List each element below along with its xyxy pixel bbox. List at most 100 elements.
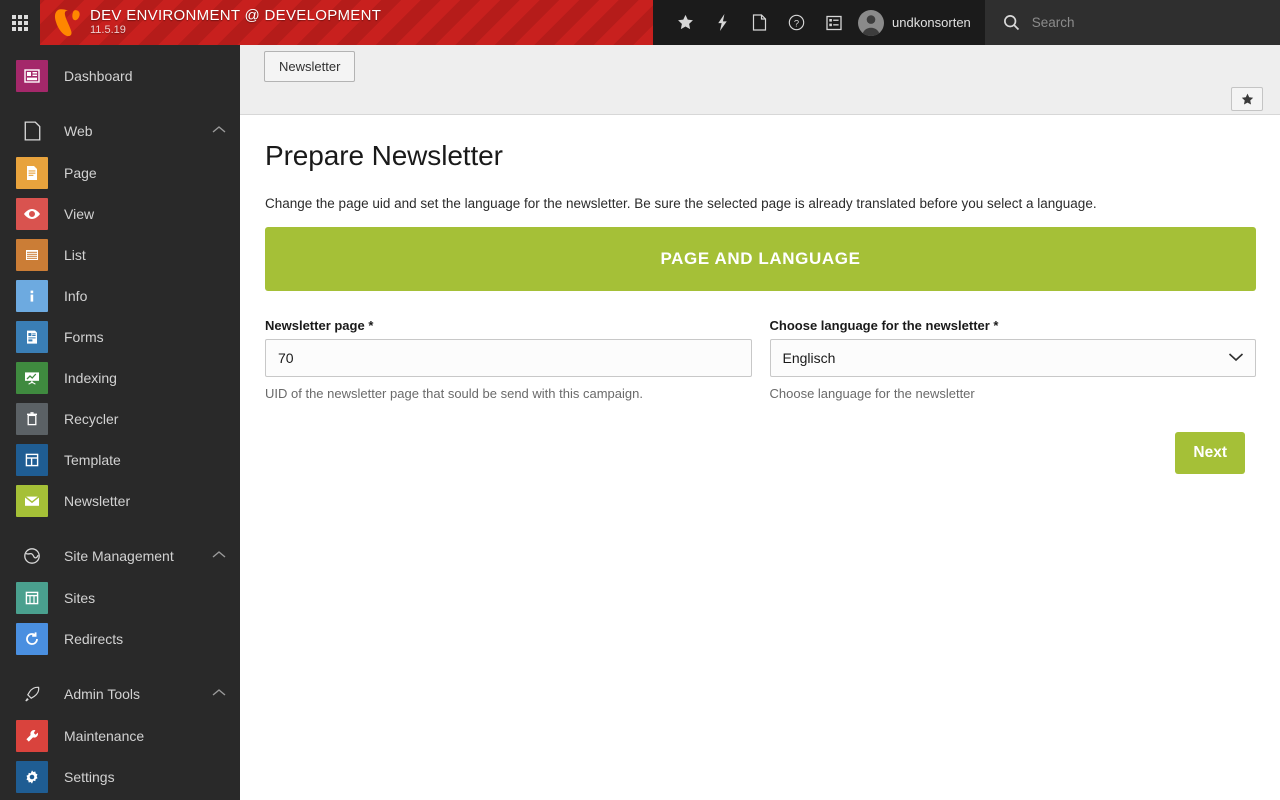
sidebar-item-label: Page — [64, 164, 97, 181]
sidebar-group-spacer — [0, 96, 240, 110]
trash-icon — [16, 402, 48, 435]
chevron-up-icon — [212, 550, 226, 562]
sidebar-item-label: Forms — [64, 328, 104, 345]
gear-icon — [16, 760, 48, 793]
newsletter-language-label: Choose language for the newsletter * — [769, 318, 999, 333]
template-icon — [16, 443, 48, 476]
sidebar-item-forms[interactable]: Forms — [0, 316, 240, 357]
svg-text:?: ? — [794, 18, 799, 29]
page-outline-icon — [16, 115, 48, 147]
wrench-icon — [16, 719, 48, 752]
next-button[interactable]: Next — [1175, 432, 1245, 474]
sidebar-item-settings[interactable]: Settings — [0, 756, 240, 797]
sidebar-item-label: Recycler — [64, 410, 119, 427]
sidebar-group-admin-tools[interactable]: Admin Tools — [0, 673, 240, 715]
question-circle-icon: ? — [788, 14, 805, 31]
sidebar-item-label: Redirects — [64, 630, 124, 647]
sidebar-item-dashboard[interactable]: Dashboard — [0, 55, 240, 96]
field-group-newsletter-language: Choose language for the newsletter * Eng… — [769, 318, 1256, 401]
sidebar-item-recycler[interactable]: Recycler — [0, 398, 240, 439]
toolbar-user-menu[interactable]: undkonsorten — [852, 0, 983, 45]
sidebar-group-site-management[interactable]: Site Management — [0, 535, 240, 577]
sidebar-item-list[interactable]: List — [0, 234, 240, 275]
chevron-up-icon — [212, 125, 226, 137]
sidebar-item-template[interactable]: Template — [0, 439, 240, 480]
sidebar-group-label: Web — [64, 123, 93, 139]
sidebar-item-page[interactable]: Page — [0, 152, 240, 193]
search-icon — [1003, 15, 1019, 31]
sidebar-item-label: Sites — [64, 589, 96, 606]
sidebar-item-view[interactable]: View — [0, 193, 240, 234]
sidebar-item-label: Info — [64, 287, 88, 304]
page-icon — [16, 156, 48, 189]
newsletter-language-help: Choose language for the newsletter — [769, 386, 975, 401]
form-actions: Next — [265, 432, 1256, 474]
sidebar-item-indexing[interactable]: Indexing — [0, 357, 240, 398]
typo3-version: 11.5.19 — [90, 24, 126, 37]
search-input[interactable] — [1031, 7, 1272, 38]
typo3-logo-icon — [54, 8, 80, 36]
sidebar-item-label: Indexing — [64, 369, 117, 386]
star-icon — [678, 14, 693, 30]
newsletter-page-help: UID of the newsletter page that sould be… — [265, 386, 643, 401]
sidebar-group-spacer — [0, 659, 240, 673]
sidebar-group-label: Admin Tools — [64, 686, 141, 702]
sidebar-item-label: List — [64, 246, 86, 263]
toolbar-clear-cache-button[interactable] — [704, 0, 741, 45]
module-menu-toggle-button[interactable] — [0, 0, 40, 45]
page-title: Prepare Newsletter — [265, 140, 503, 171]
sidebar-item-newsletter[interactable]: Newsletter — [0, 480, 240, 521]
toolbar: ? undkonsorten — [653, 0, 985, 45]
star-icon — [1241, 93, 1253, 105]
lightning-bolt-icon — [718, 14, 727, 31]
newsletter-language-select-wrapper: Englisch — [769, 339, 1256, 377]
sidebar-item-sites[interactable]: Sites — [0, 577, 240, 618]
sidebar-top-spacer — [0, 45, 240, 55]
toolbar-documentation-button[interactable] — [741, 0, 778, 45]
forms-icon — [16, 320, 48, 353]
page-description: Change the page uid and set the language… — [265, 196, 1097, 211]
chevron-up-icon — [212, 688, 226, 700]
site-title: DEV ENVIRONMENT @ DEVELOPMENT — [90, 7, 382, 25]
username-label: undkonsorten — [892, 15, 971, 30]
site-banner: DEV ENVIRONMENT @ DEVELOPMENT 11.5.19 — [40, 0, 653, 45]
sidebar: Dashboard Web Page View List Info Forms … — [0, 45, 240, 800]
info-icon — [16, 279, 48, 312]
sidebar-group-spacer — [0, 521, 240, 535]
section-banner-page-and-language: PAGE AND LANGUAGE — [265, 227, 1256, 291]
sidebar-item-label: Settings — [64, 768, 115, 785]
sidebar-group-web[interactable]: Web — [0, 110, 240, 152]
sidebar-item-maintenance[interactable]: Maintenance — [0, 715, 240, 756]
grid-apps-icon — [12, 14, 28, 31]
indexing-icon — [16, 361, 48, 394]
toolbar-system-information-button[interactable] — [815, 0, 852, 45]
toolbar-bookmarks-button[interactable] — [667, 0, 704, 45]
list-panel-icon — [825, 15, 842, 30]
sidebar-item-redirects[interactable]: Redirects — [0, 618, 240, 659]
dashboard-icon — [16, 59, 48, 92]
globe-icon — [16, 540, 48, 572]
sidebar-item-info[interactable]: Info — [0, 275, 240, 316]
toolbar-help-button[interactable]: ? — [778, 0, 815, 45]
global-search-area[interactable] — [984, 0, 1280, 45]
bookmark-button[interactable] — [1231, 87, 1263, 111]
redirect-icon — [16, 622, 48, 655]
envelope-icon — [16, 484, 48, 517]
sidebar-group-label: Site Management — [64, 548, 174, 564]
module-menu-button[interactable]: Newsletter — [264, 51, 356, 82]
sidebar-item-label: View — [64, 205, 95, 222]
sidebar-item-label: Template — [64, 451, 121, 468]
eye-icon — [16, 197, 48, 230]
document-icon — [752, 14, 767, 31]
newsletter-page-input[interactable] — [265, 339, 752, 377]
avatar — [858, 9, 884, 36]
newsletter-language-select[interactable]: Englisch — [769, 339, 1256, 377]
form-row: Newsletter page * UID of the newsletter … — [265, 318, 1256, 401]
top-bar: DEV ENVIRONMENT @ DEVELOPMENT 11.5.19 ? — [0, 0, 1280, 45]
user-avatar-icon — [862, 14, 880, 36]
sidebar-item-label: Dashboard — [64, 67, 133, 84]
doc-header: Newsletter — [240, 45, 1280, 115]
newsletter-page-label: Newsletter page * — [265, 318, 374, 333]
field-group-newsletter-page: Newsletter page * UID of the newsletter … — [265, 318, 752, 401]
main-content: Prepare Newsletter Change the page uid a… — [240, 116, 1280, 800]
